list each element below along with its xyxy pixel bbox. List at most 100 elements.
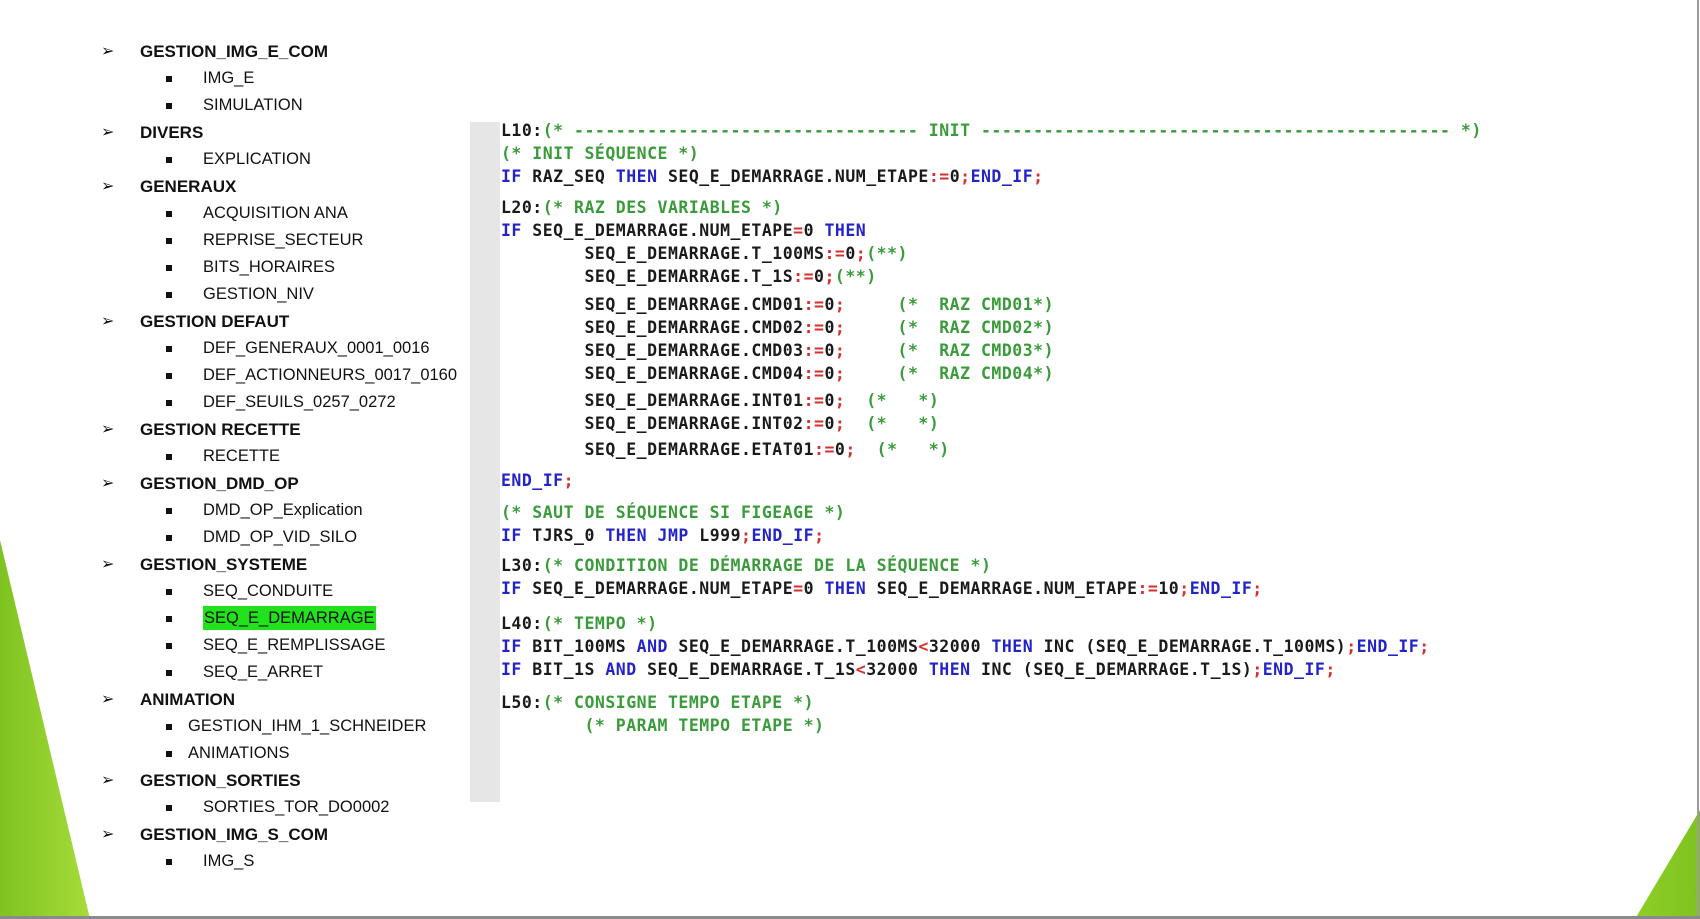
code-token: IF	[501, 167, 522, 186]
list-item[interactable]: DEF_GENERAUX_0001_0016	[0, 335, 470, 362]
code-token: THEN	[824, 579, 867, 598]
code-token: 10	[1158, 579, 1180, 598]
list-item[interactable]: RECETTE	[0, 443, 470, 470]
code-line: SEQ_E_DEMARRAGE.CMD02:=0; (* RAZ CMD02*)	[501, 317, 1054, 339]
list-label: SORTIES_TOR_DO0002	[203, 798, 390, 816]
list-label: SEQ_E_REMPLISSAGE	[203, 636, 386, 654]
code-token: ;	[741, 526, 752, 545]
code-token: (* RAZ CMD04*)	[897, 364, 1055, 383]
list-label: ACQUISITION ANA	[203, 204, 348, 222]
code-token: ;	[1252, 579, 1263, 598]
code-gutter	[470, 122, 500, 802]
code-line: L40:(* TEMPO *)	[501, 613, 658, 635]
list-label: GESTION_SYSTEME	[140, 555, 308, 574]
code-token: 0	[824, 341, 835, 360]
code-token: ;	[1252, 660, 1263, 679]
square-bullet-icon	[166, 238, 172, 244]
program-outline-list: ➢ GESTION_IMG_E_COM IMG_E SIMULATION ➢ DIVERS…	[0, 38, 470, 875]
code-token: ;	[834, 414, 846, 433]
list-item[interactable]: DEF_ACTIONNEURS_0017_0160	[0, 362, 470, 389]
code-token: BIT_1S	[521, 660, 606, 679]
section-heading[interactable]: ➢ GESTION_IMG_S_COM	[0, 821, 470, 848]
list-item[interactable]: DEF_SEUILS_0257_0272	[0, 389, 470, 416]
list-item[interactable]: SIMULATION	[0, 92, 470, 119]
code-line: (* PARAM TEMPO ETAPE *)	[501, 715, 824, 737]
code-token: (* CONSIGNE TEMPO ETAPE *)	[542, 693, 815, 712]
code-token: ;	[1033, 167, 1044, 186]
code-token: ;	[960, 167, 971, 186]
square-bullet-icon	[166, 751, 172, 757]
list-item[interactable]: GESTION_IHM_1_SCHNEIDER	[0, 713, 470, 740]
square-bullet-icon	[166, 508, 172, 514]
list-label: ANIMATION	[140, 690, 236, 709]
section-heading[interactable]: ➢ GESTION_IMG_E_COM	[0, 38, 470, 65]
section-heading[interactable]: ➢ ANIMATION	[0, 686, 470, 713]
code-token: SEQ_E_DEMARRAGE.T_100MS	[667, 637, 919, 656]
code-line: SEQ_E_DEMARRAGE.INT02:=0; (* *)	[501, 413, 939, 435]
list-item[interactable]: IMG_E	[0, 65, 470, 92]
code-token: SEQ_E_DEMARRAGE.T_1S	[501, 267, 794, 286]
list-item[interactable]: SEQ_E_REMPLISSAGE	[0, 632, 470, 659]
code-line: IF TJRS_0 THEN JMP L999;END_IF;	[501, 525, 825, 547]
list-item[interactable]: ANIMATIONS	[0, 740, 470, 767]
code-token: <	[918, 637, 929, 656]
section-heading[interactable]: ➢ GENERAUX	[0, 173, 470, 200]
list-label: DEF_GENERAUX_0001_0016	[203, 339, 430, 357]
code-token: (* INIT SÉQUENCE *)	[501, 144, 700, 163]
code-token: 0	[845, 244, 856, 263]
code-token: 32000	[866, 660, 929, 679]
list-item[interactable]: DMD_OP_VID_SILO	[0, 524, 470, 551]
code-token: 0	[803, 221, 825, 240]
list-item[interactable]: SEQ_E_ARRET	[0, 659, 470, 686]
square-bullet-icon	[166, 346, 172, 352]
code-token: (* *)	[866, 391, 940, 410]
code-token: (* RAZ CMD02*)	[897, 318, 1055, 337]
code-line: SEQ_E_DEMARRAGE.CMD01:=0; (* RAZ CMD01*)	[501, 294, 1054, 316]
list-item[interactable]: IMG_S	[0, 848, 470, 875]
section-heading[interactable]: ➢ GESTION_DMD_OP	[0, 470, 470, 497]
code-token: ;	[834, 295, 846, 314]
code-token: ;	[834, 364, 846, 383]
list-item[interactable]: ACQUISITION ANA	[0, 200, 470, 227]
square-bullet-icon	[166, 157, 172, 163]
code-line: IF BIT_100MS AND SEQ_E_DEMARRAGE.T_100MS…	[501, 636, 1430, 658]
section-heading[interactable]: ➢ DIVERS	[0, 119, 470, 146]
code-token: (* SAUT DE SÉQUENCE SI FIGEAGE *)	[501, 503, 846, 522]
code-token: TJRS_0	[521, 526, 606, 545]
list-item[interactable]: DMD_OP_Explication	[0, 497, 470, 524]
list-label: GESTION_SORTIES	[140, 771, 301, 790]
section-heading[interactable]: ➢ GESTION RECETTE	[0, 416, 470, 443]
code-token: (* PARAM TEMPO ETAPE *)	[584, 716, 825, 735]
square-bullet-icon	[166, 400, 172, 406]
decorative-triangle-right	[1635, 810, 1700, 919]
square-bullet-icon	[166, 589, 172, 595]
section-heading[interactable]: ➢ GESTION_SORTIES	[0, 767, 470, 794]
arrow-bullet-icon: ➢	[101, 421, 115, 438]
list-item[interactable]: REPRISE_SECTEUR	[0, 227, 470, 254]
list-label: REPRISE_SECTEUR	[203, 231, 364, 249]
list-label: DEF_SEUILS_0257_0272	[203, 393, 396, 411]
code-token: THEN	[605, 526, 648, 545]
code-token: SEQ_E_DEMARRAGE.NUM_ETAPE	[521, 221, 794, 240]
section-heading[interactable]: ➢ GESTION DEFAUT	[0, 308, 470, 335]
code-token: SEQ_E_DEMARRAGE.T_1S	[636, 660, 856, 679]
section-heading[interactable]: ➢ GESTION_SYSTEME	[0, 551, 470, 578]
code-token: ;	[824, 267, 835, 286]
list-label: GESTION_IMG_E_COM	[140, 42, 328, 61]
list-item[interactable]: BITS_HORAIRES	[0, 254, 470, 281]
list-item-selected[interactable]: SEQ_E_DEMARRAGE	[0, 605, 470, 632]
square-bullet-icon	[166, 535, 172, 541]
square-bullet-icon	[166, 454, 172, 460]
list-item[interactable]: EXPLICATION	[0, 146, 470, 173]
code-token: ;	[1419, 637, 1430, 656]
code-line: L30:(* CONDITION DE DÉMARRAGE DE LA SÉQU…	[501, 555, 991, 577]
code-token: AND	[636, 637, 668, 656]
arrow-bullet-icon: ➢	[101, 178, 115, 195]
list-item[interactable]: SORTIES_TOR_DO0002	[0, 794, 470, 821]
list-item[interactable]: SEQ_CONDUITE	[0, 578, 470, 605]
list-item[interactable]: GESTION_NIV	[0, 281, 470, 308]
code-token: =	[793, 221, 804, 240]
code-token: IF	[501, 579, 522, 598]
